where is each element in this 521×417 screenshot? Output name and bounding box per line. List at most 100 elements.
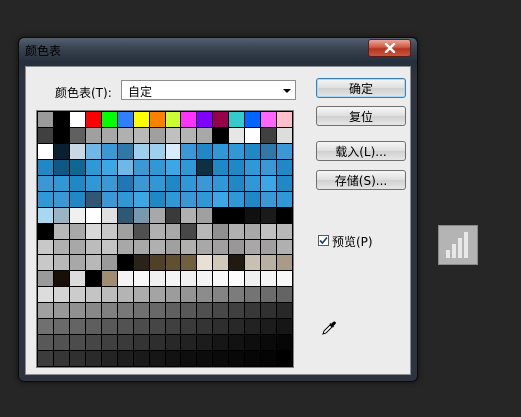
swatch-cell[interactable] — [69, 112, 85, 127]
swatch-cell[interactable] — [181, 239, 197, 255]
swatch-cell[interactable] — [85, 239, 101, 255]
swatch-cell[interactable] — [261, 351, 277, 366]
swatch-cell[interactable] — [181, 207, 197, 223]
swatch-cell[interactable] — [181, 319, 197, 335]
swatch-cell[interactable] — [213, 127, 229, 143]
swatch-cell[interactable] — [101, 207, 117, 223]
swatch-cell[interactable] — [165, 239, 181, 255]
swatch-cell[interactable] — [277, 271, 292, 287]
swatch-cell[interactable] — [245, 223, 261, 239]
swatch-cell[interactable] — [229, 175, 245, 191]
swatch-cell[interactable] — [229, 143, 245, 159]
swatch-cell[interactable] — [85, 207, 101, 223]
swatch-cell[interactable] — [181, 191, 197, 207]
swatch-cell[interactable] — [53, 351, 69, 366]
swatch-cell[interactable] — [38, 287, 53, 303]
swatch-cell[interactable] — [101, 175, 117, 191]
swatch-cell[interactable] — [53, 255, 69, 271]
preview-checkbox[interactable] — [318, 235, 329, 246]
swatch-cell[interactable] — [197, 207, 213, 223]
swatch-cell[interactable] — [69, 207, 85, 223]
swatch-cell[interactable] — [69, 127, 85, 143]
swatch-cell[interactable] — [229, 239, 245, 255]
swatch-cell[interactable] — [38, 112, 53, 127]
swatch-cell[interactable] — [38, 319, 53, 335]
swatch-cell[interactable] — [261, 239, 277, 255]
swatch-cell[interactable] — [38, 255, 53, 271]
swatch-cell[interactable] — [149, 127, 165, 143]
swatch-cell[interactable] — [149, 143, 165, 159]
swatch-cell[interactable] — [213, 303, 229, 319]
swatch-cell[interactable] — [133, 207, 149, 223]
swatch-cell[interactable] — [133, 335, 149, 351]
swatch-cell[interactable] — [133, 223, 149, 239]
swatch-cell[interactable] — [85, 351, 101, 366]
swatch-cell[interactable] — [229, 319, 245, 335]
swatch-cell[interactable] — [277, 223, 292, 239]
swatch-cell[interactable] — [53, 287, 69, 303]
swatch-cell[interactable] — [53, 223, 69, 239]
swatch-cell[interactable] — [197, 255, 213, 271]
swatch-cell[interactable] — [53, 239, 69, 255]
swatch-cell[interactable] — [261, 207, 277, 223]
swatch-cell[interactable] — [165, 223, 181, 239]
swatch-cell[interactable] — [69, 175, 85, 191]
swatch-cell[interactable] — [85, 143, 101, 159]
save-button[interactable]: 存储(S)... — [316, 170, 406, 190]
swatch-cell[interactable] — [53, 127, 69, 143]
swatch-cell[interactable] — [261, 159, 277, 175]
swatch-cell[interactable] — [181, 271, 197, 287]
swatch-cell[interactable] — [261, 127, 277, 143]
swatch-cell[interactable] — [101, 191, 117, 207]
swatch-cell[interactable] — [117, 127, 133, 143]
swatch-cell[interactable] — [85, 159, 101, 175]
swatch-cell[interactable] — [85, 127, 101, 143]
swatch-cell[interactable] — [53, 335, 69, 351]
swatch-cell[interactable] — [229, 255, 245, 271]
swatch-cell[interactable] — [117, 143, 133, 159]
swatch-cell[interactable] — [229, 351, 245, 366]
swatch-cell[interactable] — [245, 287, 261, 303]
swatch-cell[interactable] — [245, 159, 261, 175]
swatch-cell[interactable] — [245, 319, 261, 335]
swatch-cell[interactable] — [38, 143, 53, 159]
swatch-cell[interactable] — [133, 159, 149, 175]
swatch-cell[interactable] — [53, 175, 69, 191]
swatch-cell[interactable] — [261, 255, 277, 271]
swatch-cell[interactable] — [181, 351, 197, 366]
swatch-cell[interactable] — [101, 159, 117, 175]
swatch-cell[interactable] — [197, 175, 213, 191]
swatch-cell[interactable] — [85, 335, 101, 351]
swatch-cell[interactable] — [38, 159, 53, 175]
swatch-cell[interactable] — [229, 191, 245, 207]
swatch-cell[interactable] — [53, 191, 69, 207]
swatch-cell[interactable] — [101, 303, 117, 319]
swatch-cell[interactable] — [85, 223, 101, 239]
swatch-cell[interactable] — [149, 319, 165, 335]
swatch-cell[interactable] — [53, 271, 69, 287]
swatch-cell[interactable] — [149, 207, 165, 223]
swatch-cell[interactable] — [133, 271, 149, 287]
swatch-cell[interactable] — [213, 112, 229, 127]
swatch-cell[interactable] — [38, 207, 53, 223]
swatch-cell[interactable] — [245, 191, 261, 207]
swatch-cell[interactable] — [85, 175, 101, 191]
swatch-cell[interactable] — [85, 191, 101, 207]
swatch-cell[interactable] — [277, 159, 292, 175]
swatch-cell[interactable] — [133, 303, 149, 319]
swatch-cell[interactable] — [117, 223, 133, 239]
swatch-cell[interactable] — [197, 335, 213, 351]
swatch-cell[interactable] — [197, 191, 213, 207]
swatch-cell[interactable] — [165, 351, 181, 366]
swatch-cell[interactable] — [149, 191, 165, 207]
swatch-cell[interactable] — [165, 319, 181, 335]
swatch-cell[interactable] — [245, 143, 261, 159]
swatch-cell[interactable] — [181, 143, 197, 159]
swatch-cell[interactable] — [277, 112, 292, 127]
swatch-cell[interactable] — [117, 351, 133, 366]
close-button[interactable] — [368, 39, 411, 57]
swatch-cell[interactable] — [149, 303, 165, 319]
eyedropper-tool[interactable] — [321, 320, 337, 336]
swatch-cell[interactable] — [181, 255, 197, 271]
swatch-cell[interactable] — [197, 112, 213, 127]
